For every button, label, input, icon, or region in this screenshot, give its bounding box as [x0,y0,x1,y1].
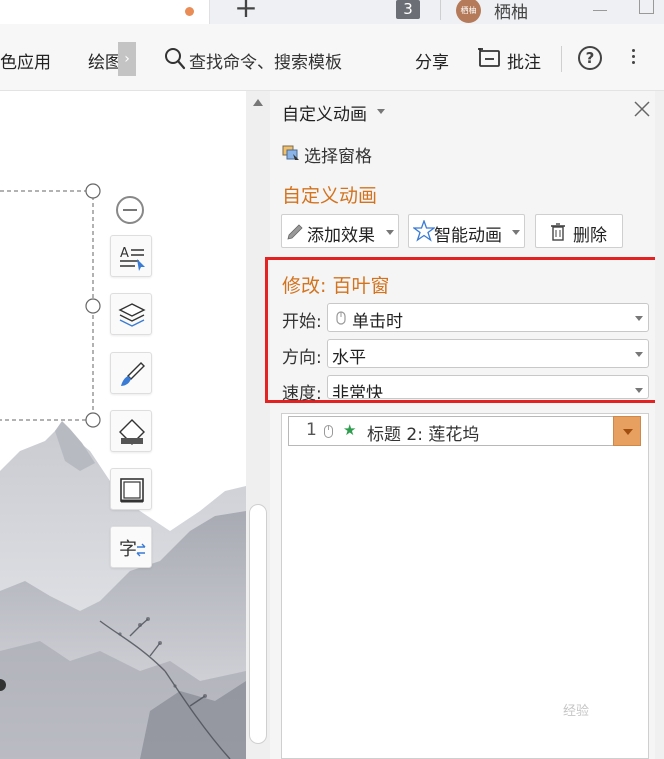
custom-animation-pane: 自定义动画 选择窗格 自定义动画 添加效果 智能动画 删除 修改: 百叶窗 开始… [265,91,664,759]
help-icon[interactable]: ? [578,46,602,70]
avatar[interactable]: 栖柚 [456,0,481,23]
trash-icon [551,223,565,241]
toolbar-scroll-right-button[interactable]: › [118,42,136,76]
username[interactable]: 栖柚 [494,0,528,23]
scrollbar-thumb[interactable] [249,504,267,744]
speed-value: 非常快 [332,384,383,399]
animation-order: 1 [306,420,317,440]
direction-select[interactable]: 水平 [327,339,649,368]
slide-canvas[interactable]: A 字 [0,91,246,759]
text-style-button[interactable]: A [110,235,152,277]
text-style-icon: A [120,246,145,271]
mouse-icon [324,425,333,438]
fill-icon [119,419,145,445]
minimize-icon[interactable] [593,10,607,11]
share-button[interactable]: 分享 [415,48,449,73]
window-count-badge[interactable]: 3 [396,0,420,19]
chevron-down-icon [635,352,643,357]
select-pane-link[interactable]: 选择窗格 [304,142,372,167]
chevron-down-icon [386,230,394,235]
direction-value: 水平 [332,348,366,368]
svg-text:字: 字 [119,539,137,560]
text-convert-button[interactable]: 字 [110,526,152,568]
more-icon[interactable] [627,46,639,72]
fill-button[interactable] [110,410,152,452]
start-select[interactable]: 单击时 [327,303,649,332]
draw-tab[interactable]: 绘图 [88,48,122,73]
add-effect-button[interactable]: 添加效果 [281,214,399,248]
layers-icon [118,303,146,327]
comment-button[interactable]: 批注 [507,48,541,73]
scroll-up-icon[interactable] [253,99,263,106]
speed-label: 速度: [282,384,322,404]
add-effect-label: 添加效果 [307,226,375,246]
svg-text:A: A [120,246,129,261]
close-icon[interactable] [634,101,650,117]
plus-icon[interactable]: + [232,0,260,22]
list-item[interactable]: 1 ★ 标题 2: 莲花坞 [288,416,641,446]
mouse-icon [336,311,346,325]
speed-select[interactable]: 非常快 [327,375,649,399]
divider [561,46,562,72]
pen-icon [287,224,303,240]
color-apps-tab[interactable]: 色应用 [0,48,51,73]
start-label: 开始: [282,312,322,332]
search-input[interactable]: 查找命令、搜索模板 [189,48,342,73]
chevron-down-icon [635,388,643,393]
pane-title[interactable]: 自定义动画 [282,100,367,125]
toolbar: 色应用 绘图 › 查找命令、搜索模板 分享 批注 ? [0,24,664,91]
modify-title: 修改: 百叶窗 [282,275,390,297]
pane-scrollbar[interactable] [655,91,664,759]
brush-button[interactable] [110,352,152,394]
frame-button[interactable] [110,468,152,510]
delete-button[interactable]: 删除 [535,214,623,248]
restore-icon[interactable] [639,0,654,14]
divider [440,0,441,20]
section-title: 自定义动画 [282,185,378,207]
title-bar: + 3 栖柚 栖柚 [0,0,664,24]
delete-label: 删除 [573,226,607,246]
search-icon[interactable] [164,47,186,71]
smart-animation-label: 智能动画 [434,226,502,246]
unsaved-dot-icon [185,7,194,16]
brush-icon [121,362,145,386]
chevron-down-icon [635,316,643,321]
chevron-down-icon[interactable] [613,416,641,446]
star-icon: ★ [343,421,357,439]
document-tab[interactable] [0,0,210,24]
animation-label: 标题 2: 莲花坞 [367,425,480,445]
canvas-scrollbar[interactable] [246,91,270,759]
chevron-down-icon[interactable] [377,109,385,114]
select-pane-icon [282,145,299,160]
smart-animation-button[interactable]: 智能动画 [408,214,525,248]
chevron-down-icon [512,230,520,235]
text-convert-icon: 字 [119,539,146,560]
layers-button[interactable] [110,293,152,335]
frame-icon [120,478,144,503]
minus-icon[interactable] [116,196,144,224]
direction-label: 方向: [282,348,322,368]
start-value: 单击时 [352,312,403,332]
comment-icon[interactable] [478,47,502,69]
watermark: 经验 [563,704,590,719]
animation-list[interactable]: 1 ★ 标题 2: 莲花坞 [281,413,649,759]
star-icon [413,220,435,242]
